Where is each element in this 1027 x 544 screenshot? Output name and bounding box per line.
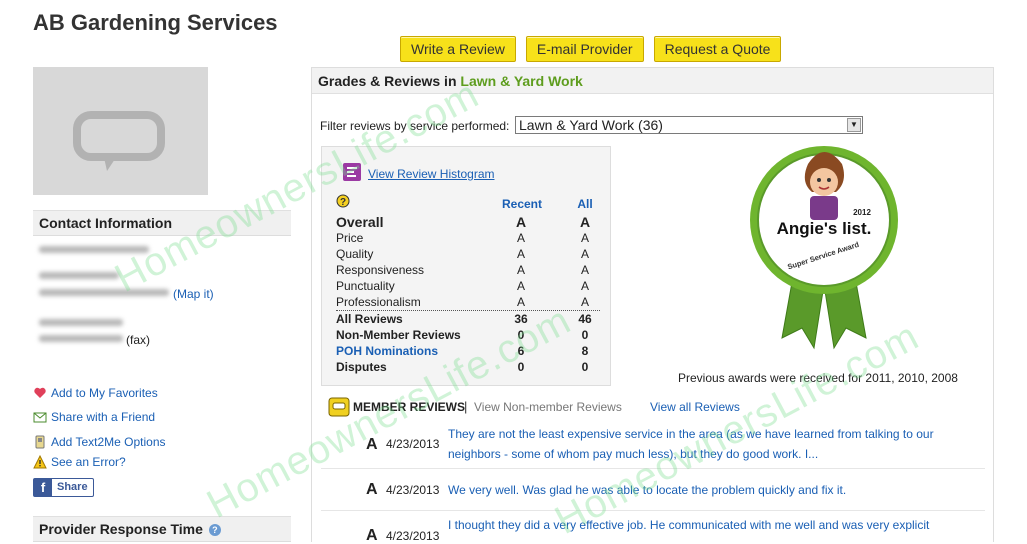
- count-row: Disputes 0 0: [336, 360, 589, 374]
- review-text-link[interactable]: They are not the least expensive service…: [448, 424, 938, 464]
- help-icon[interactable]: ?: [208, 524, 221, 536]
- see-error-label: See an Error?: [51, 455, 126, 469]
- panel-heading-category: Lawn & Yard Work: [460, 73, 583, 89]
- member-reviews-label: MEMBER REVIEWS: [353, 400, 466, 414]
- see-error-link[interactable]: See an Error?: [33, 453, 126, 471]
- photo-placeholder-icon: [73, 111, 165, 171]
- grade-row: Overall A A: [336, 214, 591, 230]
- filter-label: Filter reviews by service performed:: [320, 119, 510, 133]
- provider-photo-placeholder: [33, 67, 208, 195]
- previous-awards-text: Previous awards were received for 2011, …: [678, 371, 958, 385]
- heart-icon: [33, 386, 47, 400]
- favorites-link[interactable]: Add to My Favorites: [33, 384, 158, 402]
- view-histogram-link[interactable]: View Review Histogram: [368, 167, 495, 181]
- phone-icon: [33, 435, 47, 449]
- review-grade: A: [366, 481, 378, 498]
- blurred-address-line: [39, 289, 169, 296]
- page-title: AB Gardening Services: [33, 10, 278, 35]
- contact-heading: Contact Information: [33, 210, 291, 236]
- grade-row: Responsiveness A A: [336, 263, 589, 277]
- review-date: 4/23/2013: [386, 529, 440, 542]
- write-review-button[interactable]: Write a Review: [400, 36, 516, 62]
- col-recent-header: Recent: [501, 197, 542, 211]
- blurred-address-line: [39, 246, 149, 253]
- panel-heading: Grades & Reviews in Lawn & Yard Work: [312, 68, 993, 94]
- review-item: A 4/23/2013 They are not the least expen…: [321, 418, 985, 468]
- grade-row: Price A A: [336, 231, 589, 245]
- blurred-address-line: [39, 272, 119, 279]
- angies-list-logo-text: Angie's list.: [777, 219, 872, 238]
- review-grade: A: [366, 527, 378, 542]
- fax-label: (fax): [126, 333, 150, 347]
- action-buttons: Write a Review E-mail Provider Request a…: [400, 36, 782, 62]
- share-friend-label: Share with a Friend: [51, 410, 156, 424]
- super-service-award-badge: Angie's list. 2012 Super Service Award: [744, 142, 904, 368]
- review-date: 4/23/2013: [386, 483, 440, 497]
- review-text-link[interactable]: I thought they did a very effective job.…: [448, 515, 938, 535]
- col-all-header: All: [577, 197, 593, 211]
- request-quote-button[interactable]: Request a Quote: [653, 36, 782, 62]
- warning-icon: [33, 454, 47, 469]
- count-row: Non-Member Reviews 0 0: [336, 328, 589, 342]
- review-text-link[interactable]: We very well. Was glad he was able to lo…: [448, 480, 938, 500]
- award-year: 2012: [853, 208, 871, 217]
- panel-heading-prefix: Grades & Reviews in: [318, 73, 457, 89]
- non-member-reviews-link[interactable]: View Non-member Reviews: [474, 400, 622, 414]
- histogram-icon: [342, 162, 362, 187]
- review-date: 4/23/2013: [386, 437, 440, 451]
- envelope-icon: [33, 410, 47, 424]
- blurred-fax-line: [39, 335, 123, 342]
- facebook-share-label: Share: [57, 481, 88, 493]
- grades-divider: [336, 310, 600, 311]
- poh-nominations-link[interactable]: POH Nominations: [336, 344, 438, 358]
- grade-row: Punctuality A A: [336, 279, 589, 293]
- review-grade: A: [366, 436, 378, 453]
- header-separator: |: [464, 399, 468, 414]
- share-friend-link[interactable]: Share with a Friend: [33, 408, 155, 426]
- email-provider-button[interactable]: E-mail Provider: [525, 36, 644, 62]
- favorites-label: Add to My Favorites: [51, 386, 158, 400]
- map-it-link[interactable]: (Map it): [173, 287, 214, 301]
- chevron-down-icon: ▼: [847, 118, 861, 132]
- facebook-share-button[interactable]: f Share: [33, 478, 94, 497]
- review-item: A 4/23/2013 I thought they did a very ef…: [321, 510, 985, 542]
- facebook-icon: f: [34, 479, 52, 496]
- grade-row: Professionalism A A: [336, 295, 589, 309]
- text2me-label: Add Text2Me Options: [51, 435, 166, 449]
- count-row: POH Nominations 6 8: [336, 344, 589, 358]
- contact-section: Contact Information: [33, 210, 291, 236]
- view-all-reviews-link[interactable]: View all Reviews: [650, 400, 740, 414]
- response-time-heading: Provider Response Time: [39, 521, 203, 537]
- grade-row: Quality A A: [336, 247, 589, 261]
- service-filter-value: Lawn & Yard Work (36): [519, 117, 663, 133]
- text2me-link[interactable]: Add Text2Me Options: [33, 433, 166, 451]
- count-row: All Reviews 36 46: [336, 312, 592, 326]
- blurred-phone-line: [39, 319, 123, 326]
- service-filter-select[interactable]: Lawn & Yard Work (36) ▼: [515, 116, 863, 134]
- review-item: A 4/23/2013 We very well. Was glad he wa…: [321, 468, 985, 511]
- grades-box: View Review Histogram ? Recent All Overa…: [321, 146, 611, 386]
- response-time-section: Provider Response Time ?: [33, 516, 291, 542]
